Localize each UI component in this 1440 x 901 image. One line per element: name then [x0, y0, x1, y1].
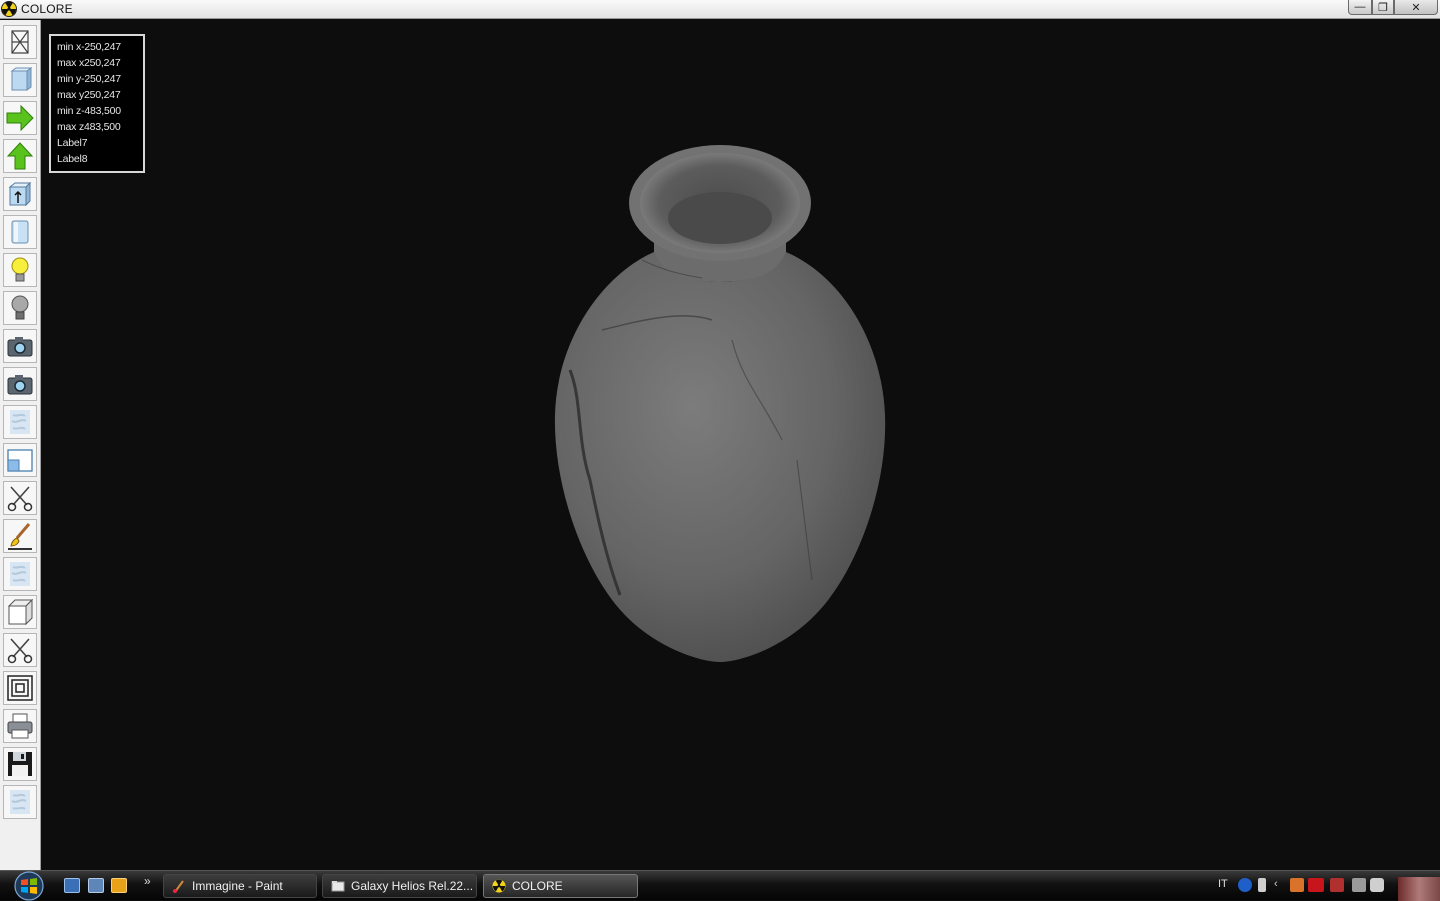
bounds-info-panel: min x-250,247 max x250,247 min y-250,247… — [49, 34, 145, 173]
box-up-icon[interactable] — [3, 177, 37, 211]
arrow-right-icon[interactable] — [3, 101, 37, 135]
task-label: COLORE — [512, 879, 563, 893]
camera-icon[interactable] — [3, 329, 37, 363]
task-galaxy-helios[interactable]: Galaxy Helios Rel.22... — [322, 874, 477, 898]
window-controls: — ❐ ✕ — [1348, 0, 1438, 15]
brush-icon[interactable] — [3, 519, 37, 553]
network-icon[interactable] — [1352, 878, 1366, 892]
title-bar: COLORE — ❐ ✕ — [0, 0, 1440, 19]
radiation-icon — [1, 1, 17, 17]
system-tray: IT ‹ — [1208, 871, 1440, 901]
chevron-left-icon[interactable]: ‹ — [1274, 878, 1288, 892]
label8: Label8 — [57, 153, 88, 165]
min-y-label: min y-250,247 — [57, 73, 121, 85]
lightbulb-off-icon[interactable] — [3, 291, 37, 325]
arrow-up-icon[interactable] — [3, 139, 37, 173]
wireframe-box-icon[interactable] — [3, 25, 37, 59]
max-x-label: max x250,247 — [57, 57, 121, 69]
scissors-icon[interactable] — [3, 633, 37, 667]
folder-icon — [331, 881, 345, 892]
ati-icon[interactable] — [1308, 878, 1324, 892]
maximize-button[interactable]: ❐ — [1372, 0, 1394, 15]
lightbulb-on-icon[interactable] — [3, 253, 37, 287]
taskbar: » Immagine - Paint Galaxy Helios Rel.22.… — [0, 870, 1440, 901]
printer-icon[interactable] — [3, 709, 37, 743]
solid-box-icon[interactable] — [3, 63, 37, 97]
quick-launch-more-icon[interactable]: » — [144, 874, 151, 888]
cylinder-icon[interactable] — [3, 215, 37, 249]
security-icon[interactable] — [1330, 878, 1344, 892]
texture-icon[interactable] — [3, 405, 37, 439]
vase-render — [554, 145, 886, 662]
min-x-label: min x-250,247 — [57, 41, 121, 53]
usb-icon[interactable] — [1258, 878, 1266, 892]
window-icon[interactable] — [3, 443, 37, 477]
task-paint[interactable]: Immagine - Paint — [163, 874, 317, 898]
max-y-label: max y250,247 — [57, 89, 121, 101]
radiation-icon — [492, 879, 506, 893]
start-button[interactable] — [9, 871, 49, 901]
minimize-button[interactable]: — — [1348, 0, 1372, 15]
label7: Label7 — [57, 137, 88, 149]
help-icon[interactable] — [1238, 878, 1252, 892]
left-toolbar — [0, 20, 41, 870]
task-colore[interactable]: COLORE — [483, 874, 638, 898]
show-desktop-icon[interactable] — [64, 878, 80, 893]
concentric-squares-icon[interactable] — [3, 671, 37, 705]
media-player-icon[interactable] — [111, 878, 127, 893]
task-label: Immagine - Paint — [192, 879, 283, 893]
language-indicator[interactable]: IT — [1218, 878, 1228, 890]
app-tray-icon[interactable] — [1290, 878, 1304, 892]
close-button[interactable]: ✕ — [1394, 0, 1438, 15]
paint-icon — [173, 880, 184, 893]
scissors-icon[interactable] — [3, 481, 37, 515]
floppy-disk-icon[interactable] — [3, 747, 37, 781]
task-label: Galaxy Helios Rel.22... — [351, 879, 474, 893]
min-z-label: min z-483,500 — [57, 105, 121, 117]
switch-windows-icon[interactable] — [88, 878, 104, 893]
texture-icon[interactable] — [3, 785, 37, 819]
camera-icon[interactable] — [3, 367, 37, 401]
3d-viewport[interactable] — [42, 20, 1440, 870]
tray-thumbnail — [1398, 877, 1440, 901]
volume-icon[interactable] — [1370, 878, 1384, 892]
max-z-label: max z483,500 — [57, 121, 121, 133]
cube-icon[interactable] — [3, 595, 37, 629]
texture-icon[interactable] — [3, 557, 37, 591]
window-title: COLORE — [21, 2, 73, 16]
